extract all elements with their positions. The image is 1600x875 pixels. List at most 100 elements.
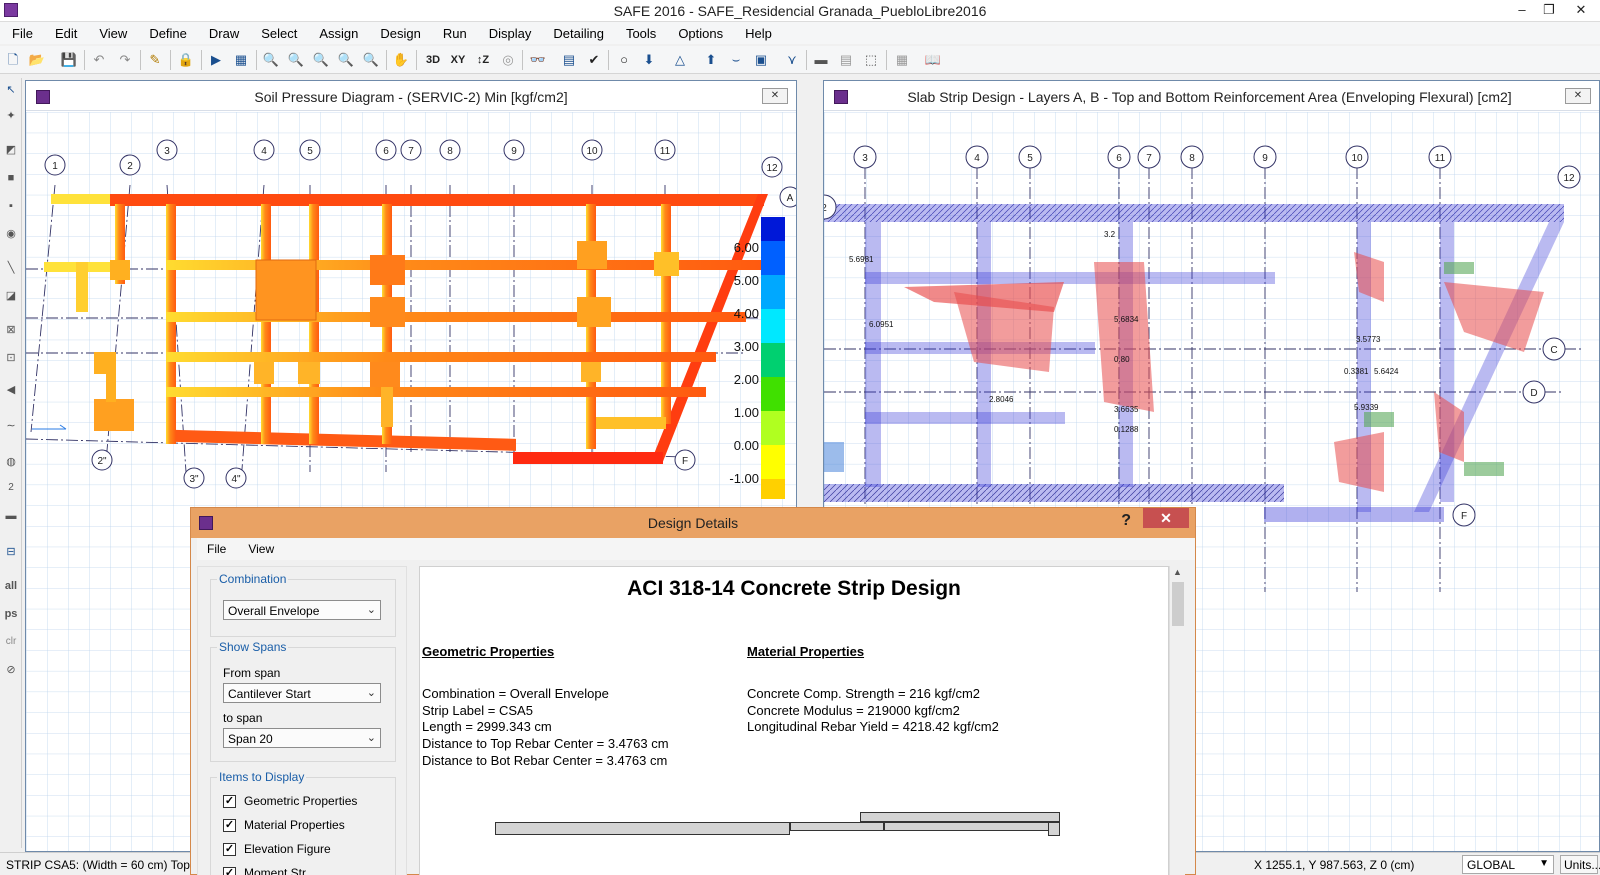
perspective-icon[interactable]: 👓: [529, 51, 547, 69]
undo-icon[interactable]: ↶: [90, 51, 108, 69]
strip-forces-icon[interactable]: ⋎: [783, 51, 801, 69]
draw-tendon-icon[interactable]: ◀: [3, 382, 19, 398]
slab-strip-close-button[interactable]: ✕: [1565, 88, 1591, 104]
dialog-menu-file[interactable]: File: [207, 542, 226, 556]
draw-ruler-icon[interactable]: 2: [3, 480, 19, 496]
menu-display[interactable]: Display: [489, 26, 532, 41]
menu-help[interactable]: Help: [745, 26, 772, 41]
circle-icon[interactable]: ○: [615, 51, 633, 69]
draw-wall-icon[interactable]: ⊠: [3, 322, 19, 338]
zoom-out-icon[interactable]: 🔍: [362, 51, 380, 69]
maximize-button[interactable]: ❐: [1538, 1, 1560, 19]
book-icon[interactable]: 📖: [924, 51, 942, 69]
clear-selection-icon[interactable]: clr: [3, 634, 19, 650]
combination-label: Combination: [217, 572, 289, 586]
report-scrollbar[interactable]: ▲: [1169, 566, 1185, 875]
coord-system-select[interactable]: GLOBAL ▼: [1462, 855, 1554, 874]
zoom-extents-icon[interactable]: 🔍: [312, 51, 330, 69]
draw-area-icon[interactable]: ◩: [3, 142, 19, 158]
previous-selection-icon[interactable]: ps: [3, 606, 19, 622]
elevation-figure-checkbox[interactable]: ✓ Elevation Figure: [223, 842, 331, 856]
reshape-icon[interactable]: ✦: [3, 108, 19, 124]
geometric-properties-checkbox[interactable]: ✓ Geometric Properties: [223, 794, 357, 808]
menu-define[interactable]: Define: [149, 26, 187, 41]
open-folder-icon[interactable]: 📂: [28, 51, 46, 69]
rotate-icon[interactable]: ◎: [499, 51, 517, 69]
menu-assign[interactable]: Assign: [319, 26, 358, 41]
check-icon[interactable]: ✔: [585, 51, 603, 69]
view-z-button[interactable]: ↕Z: [474, 51, 492, 69]
lock-icon[interactable]: 🔒: [177, 51, 195, 69]
pencil-icon[interactable]: ✎: [146, 51, 164, 69]
grid-label: 4: [974, 153, 980, 164]
draw-line-icon[interactable]: ╲: [3, 260, 19, 276]
draw-beam-icon[interactable]: ◪: [3, 288, 19, 304]
menu-design[interactable]: Design: [380, 26, 420, 41]
menu-edit[interactable]: Edit: [55, 26, 77, 41]
draw-design-strip-icon[interactable]: ▬: [3, 508, 19, 524]
pointer-icon[interactable]: ↖: [3, 82, 19, 98]
minimize-button[interactable]: –: [1511, 1, 1533, 19]
units-button[interactable]: Units...: [1560, 855, 1600, 874]
svg-text:6.0951: 6.0951: [869, 320, 894, 329]
zoom-restore-icon[interactable]: 🔍: [287, 51, 305, 69]
grid-label: F: [1461, 511, 1467, 522]
design-icon[interactable]: ▬: [812, 51, 830, 69]
draw-slab-icon[interactable]: ▪: [3, 198, 19, 214]
soil-pressure-close-button[interactable]: ✕: [762, 88, 788, 104]
draw-rectangle-icon[interactable]: ■: [3, 170, 19, 186]
draw-strip-icon[interactable]: ⊡: [3, 350, 19, 366]
dialog-title-bar[interactable]: Design Details ? ✕: [191, 508, 1195, 538]
zoom-window-icon[interactable]: 🔍: [262, 51, 280, 69]
load-arrow-icon[interactable]: ⬇: [640, 51, 658, 69]
detailing-icon[interactable]: ▦: [893, 51, 911, 69]
deformed-shape-icon[interactable]: △: [671, 51, 689, 69]
menu-detailing[interactable]: Detailing: [553, 26, 604, 41]
svg-text:0.3381: 0.3381: [1344, 367, 1369, 376]
redo-icon[interactable]: ↷: [116, 51, 134, 69]
help-button[interactable]: ?: [1121, 512, 1131, 530]
menu-run[interactable]: Run: [443, 26, 467, 41]
menu-select[interactable]: Select: [261, 26, 297, 41]
reaction-icon[interactable]: ⬆: [702, 51, 720, 69]
draw-column-icon[interactable]: ◉: [3, 226, 19, 242]
table-icon[interactable]: ▤: [837, 51, 855, 69]
chevron-down-icon: ▼: [1539, 858, 1549, 869]
grid-label: 3: [862, 153, 868, 164]
select-all-icon[interactable]: all: [3, 578, 19, 594]
dialog-close-button[interactable]: ✕: [1143, 508, 1189, 528]
draw-point-icon[interactable]: ◍: [3, 454, 19, 470]
dialog-title: Design Details: [647, 515, 739, 531]
material-properties-checkbox[interactable]: ✓ Material Properties: [223, 818, 345, 832]
snap-icon[interactable]: ⊟: [3, 544, 19, 560]
menu-options[interactable]: Options: [678, 26, 723, 41]
scrollbar-thumb[interactable]: [1172, 582, 1184, 626]
moment-strip-checkbox[interactable]: ✓ Moment Str: [223, 866, 306, 875]
menu-view[interactable]: View: [99, 26, 127, 41]
run-analysis-icon[interactable]: ▦: [232, 51, 250, 69]
scroll-up-icon[interactable]: ▲: [1173, 567, 1182, 577]
view-3d-button[interactable]: 3D: [424, 51, 442, 69]
draw-dimension-icon[interactable]: ∼: [3, 418, 19, 434]
to-span-select[interactable]: Span 20 ⌄: [223, 728, 381, 748]
new-file-icon[interactable]: 🗋: [4, 51, 22, 69]
slab-forces-icon[interactable]: ⌣: [727, 51, 745, 69]
close-button[interactable]: ✕: [1570, 1, 1592, 19]
pan-icon[interactable]: ✋: [392, 51, 410, 69]
dialog-menu-view[interactable]: View: [248, 542, 274, 556]
beam-forces-icon[interactable]: ▣: [752, 51, 770, 69]
view-xy-button[interactable]: XY: [449, 51, 467, 69]
menu-tools[interactable]: Tools: [626, 26, 656, 41]
from-span-select[interactable]: Cantilever Start ⌄: [223, 683, 381, 703]
zoom-in-icon[interactable]: 🔍: [337, 51, 355, 69]
run-icon[interactable]: ▶: [207, 51, 225, 69]
grid-label: 10: [1351, 153, 1363, 164]
combination-select[interactable]: Overall Envelope ⌄: [223, 600, 381, 620]
menu-draw[interactable]: Draw: [209, 26, 239, 41]
set-display-icon[interactable]: ▤: [560, 51, 578, 69]
report-icon[interactable]: ⬚: [862, 51, 880, 69]
legend-label: 4.00: [734, 306, 759, 321]
intersecting-line-icon[interactable]: ⊘: [3, 662, 19, 678]
save-icon[interactable]: 💾: [60, 51, 78, 69]
menu-file[interactable]: File: [12, 26, 33, 41]
